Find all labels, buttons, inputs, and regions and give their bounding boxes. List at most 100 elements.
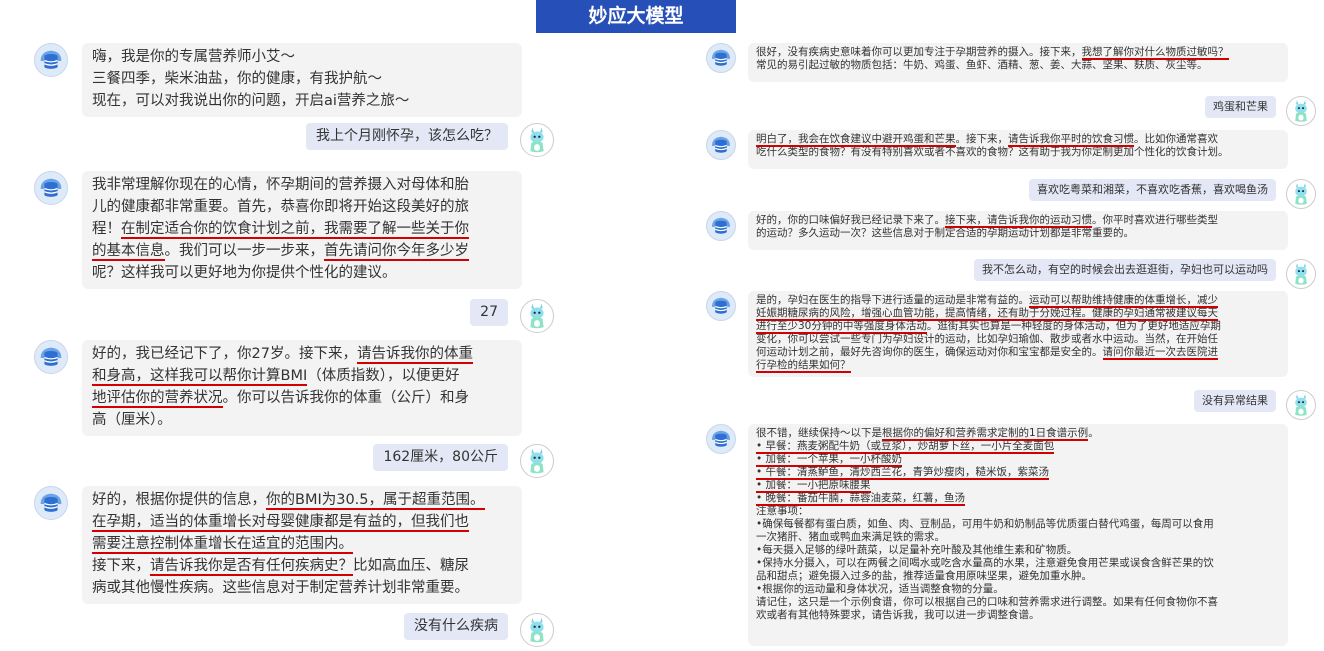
message-line: 明白了，我会在饮食建议中避开鸡蛋和芒果。接下来，请告诉我你平时的饮食习惯。比如你…: [756, 133, 1280, 147]
assistant-bubble: 很好，没有疾病史意味着你可以更加专注于孕期营养的摄入。接下来，我想了解你对什么物…: [748, 43, 1288, 82]
highlighted-text: 的基本信息: [92, 243, 165, 261]
assistant-bubble: 是的，孕妇在医生的指导下进行适量的运动是非常有益的。运动可以帮助维持健康的体重增…: [748, 291, 1288, 377]
message-text: 好的，你的口味偏好我已经记录下来了。: [756, 214, 945, 226]
message-line: 需要注意控制体重增长在适宜的范围内。: [92, 533, 512, 555]
user-bubble: 鸡蛋和芒果: [1205, 96, 1276, 118]
assistant-message: 明白了，我会在饮食建议中避开鸡蛋和芒果。接下来，请告诉我你平时的饮食习惯。比如你…: [706, 130, 1316, 169]
message-line: 很好，没有疾病史意味着你可以更加专注于孕期营养的摄入。接下来，我想了解你对什么物…: [756, 46, 1280, 60]
message-line: 在孕期，适当的体重增长对母婴健康都是有益的，但我们也: [92, 511, 512, 533]
assistant-message: 很好，没有疾病史意味着你可以更加专注于孕期营养的摄入。接下来，我想了解你对什么物…: [706, 43, 1316, 82]
user-message-text: 我不怎么动，有空的时候会出去逛逛街，孕妇也可以运动吗: [982, 263, 1268, 276]
message-text: 程！: [92, 221, 121, 237]
user-avatar-icon: [1286, 390, 1316, 420]
assistant-avatar-icon: [706, 211, 736, 241]
message-text: 比如高血压、糖尿: [353, 558, 469, 574]
assistant-bubble: 好的，根据你提供的信息，你的BMI为30.5，属于超重范围。 在孕期，适当的体重增…: [82, 486, 522, 604]
assistant-message: 是的，孕妇在医生的指导下进行适量的运动是非常有益的。运动可以帮助维持健康的体重增…: [706, 291, 1316, 377]
assistant-avatar-icon: [34, 171, 68, 205]
assistant-avatar-icon: [34, 43, 68, 77]
assistant-avatar-icon: [706, 291, 736, 321]
message-text: 好的，根据你提供的信息，: [92, 492, 266, 508]
message-line: •根据你的运动量和身体状况，适当调整食物的分量。: [756, 583, 1280, 596]
highlighted-text: 我想了解你对什么物质过敏吗？: [1081, 46, 1229, 60]
message-text: 的运动？多久运动一次？这些信息对于制定合适的孕期运动计划都是非常重要的。: [756, 227, 1134, 239]
message-line: 程！在制定适合你的饮食计划之前，我需要了解一些关于你: [92, 218, 512, 240]
message-text: 何运动计划之前，最好先咨询你的医生，确保运动对你和宝宝都是安全的。: [756, 346, 1103, 358]
highlighted-text: • 加餐：一小把原味腰果: [756, 479, 871, 493]
user-bubble: 没有什么疾病: [404, 613, 508, 640]
message-line: • 晚餐：番茄牛腩，蒜蓉油麦菜，红薯，鱼汤: [756, 492, 1280, 506]
message-text: 病或其他慢性疾病。这些信息对于制定营养计划非常重要。: [92, 580, 469, 596]
user-message-text: 喜欢吃粤菜和湘菜，不喜欢吃香蕉，喜欢喝鱼汤: [1037, 183, 1268, 196]
message-line: 注意事项：: [756, 505, 1280, 518]
user-avatar-icon: [520, 299, 554, 333]
highlighted-text: 请告诉我你是否有任何疾病史？: [150, 558, 353, 576]
assistant-avatar-icon: [706, 424, 736, 454]
assistant-avatar-icon: [34, 486, 68, 520]
highlighted-text: • 晚餐：番茄牛腩，蒜蓉油麦菜，红薯，鱼汤: [756, 492, 966, 506]
message-text: •保持水分摄入，可以在两餐之间喝水或吃含水量高的水果，注意避免食用芒果或误食含鲜…: [756, 557, 1214, 569]
message-line: 儿的健康都非常重要。首先，恭喜你即将开始这段美好的旅: [92, 196, 512, 218]
app-title-banner: 妙应大模型: [536, 0, 736, 33]
message-line: 好的，我已经记下了，你27岁。接下来，请告诉我你的体重: [92, 343, 512, 365]
highlighted-text: 请告诉我你平时的饮食习惯: [1008, 133, 1134, 147]
message-line: 品和甜点；避免摄入过多的盐，推荐适量食用原味坚果，避免加重水肿。: [756, 570, 1280, 583]
highlighted-text: 进行至少30分钟的中等强度身体活动: [756, 320, 927, 334]
assistant-message: 我非常理解你现在的心情，怀孕期间的营养摄入对母体和胎 儿的健康都非常重要。首先，恭…: [34, 171, 554, 289]
message-line: • 加餐：一小把原味腰果: [756, 479, 1280, 493]
message-text: 三餐四季，柴米油盐，你的健康，有我护航～: [92, 71, 382, 87]
highlighted-text: • 早餐：燕麦粥配牛奶（或豆浆），炒胡萝卜丝，一小片全麦面包: [756, 440, 1055, 454]
message-line: 进行至少30分钟的中等强度身体活动。逛街其实也算是一种轻度的身体活动，但为了更好…: [756, 320, 1280, 334]
message-text: 。你可以告诉我你的体重（公斤）和身: [222, 390, 470, 406]
message-text: 嗨，我是你的专属营养师小艾～: [92, 49, 295, 65]
message-line: 的基本信息。我们可以一步一步来，首先请问你今年多少岁: [92, 240, 512, 262]
message-line: 和身高，这样我可以帮你计算BMI（体质指数），以便更好: [92, 365, 512, 387]
message-line: •每天摄入足够的绿叶蔬菜，以足量补充叶酸及其他维生素和矿物质。: [756, 544, 1280, 557]
message-line: 妊娠期糖尿病的风险，增强心血管功能，提高情绪，还有助于分娩过程。健康的孕妇通常被…: [756, 307, 1280, 321]
message-line: 请记住，这只是一个示例食谱，你可以根据自己的口味和营养需求进行调整。如果有任何食…: [756, 596, 1280, 609]
assistant-bubble: 嗨，我是你的专属营养师小艾～ 三餐四季，柴米油盐，你的健康，有我护航～ 现在，可以对…: [82, 43, 522, 117]
highlighted-text: 地评估你的营养状况: [92, 390, 223, 408]
message-text: •根据你的运动量和身体状况，适当调整食物的分量。: [756, 583, 1004, 595]
highlighted-text: 请问你最近一次去医院进: [1102, 346, 1218, 360]
message-line: 行孕检的结果如何？: [756, 359, 1280, 373]
message-line: 常见的易引起过敏的物质包括：牛奶、鸡蛋、鱼虾、酒精、葱、姜、大蒜、坚果、麸质、灰…: [756, 59, 1280, 72]
assistant-bubble: 好的，我已经记下了，你27岁。接下来，请告诉我你的体重 和身高，这样我可以帮你计算…: [82, 340, 522, 436]
message-text: 接下来，: [92, 558, 150, 574]
message-text: （体质指数），以便更好: [307, 368, 460, 384]
message-line: 是的，孕妇在医生的指导下进行适量的运动是非常有益的。运动可以帮助维持健康的体重增…: [756, 294, 1280, 308]
highlighted-text: 接下来，请告诉我你的运动习惯: [945, 214, 1092, 228]
assistant-avatar-icon: [34, 340, 68, 374]
highlighted-text: 妊娠期糖尿病的风险，增强心血管功能，提高情绪，还有助于分娩过程。健康的孕妇通常被…: [756, 307, 1218, 321]
user-avatar-icon: [1286, 259, 1316, 289]
user-avatar-icon: [520, 444, 554, 478]
user-message: 喜欢吃粤菜和湘菜，不喜欢吃香蕉，喜欢喝鱼汤: [706, 179, 1316, 209]
highlighted-text: 你的BMI为30.5，属于超重范围。: [266, 492, 485, 510]
message-text: 欢或者有其他特殊要求，请告诉我，我可以进一步调整食谱。: [756, 609, 1040, 621]
assistant-bubble: 好的，你的口味偏好我已经记录下来了。接下来，请告诉我你的运动习惯。你平时喜欢进行…: [748, 211, 1288, 250]
highlighted-text: 运动可以帮助维持健康的体重增长，减少: [1029, 294, 1218, 308]
assistant-avatar-icon: [706, 43, 736, 73]
message-text: 高（厘米）。: [92, 412, 172, 428]
user-bubble: 我不怎么动，有空的时候会出去逛逛街，孕妇也可以运动吗: [974, 259, 1276, 281]
message-line: 地评估你的营养状况。你可以告诉我你的体重（公斤）和身: [92, 387, 512, 409]
message-text: 常见的易引起过敏的物质包括：牛奶、鸡蛋、鱼虾、酒精、葱、姜、大蒜、坚果、麸质、灰…: [756, 59, 1208, 71]
user-avatar-icon: [1286, 179, 1316, 209]
message-line: 好的，你的口味偏好我已经记录下来了。接下来，请告诉我你的运动习惯。你平时喜欢进行…: [756, 214, 1280, 228]
message-line: •确保每餐都有蛋白质，如鱼、肉、豆制品，可用牛奶和奶制品等优质蛋白替代鸡蛋，每周…: [756, 518, 1280, 531]
message-line: 接下来，请告诉我你是否有任何疾病史？比如高血压、糖尿: [92, 555, 512, 577]
highlighted-text: 需要注意控制体重增长在适宜的范围内。: [92, 536, 353, 554]
message-text: 。接下来，: [955, 133, 1009, 145]
message-line: 何运动计划之前，最好先咨询你的医生，确保运动对你和宝宝都是安全的。请问你最近一次…: [756, 346, 1280, 360]
message-text: 好的，我已经记下了，你27岁。接下来，: [92, 346, 357, 362]
message-text: 变化，你可以尝试一些专门为孕妇设计的运动，比如孕妇瑜伽、散步或者水中运动。当然，…: [756, 333, 1218, 345]
highlighted-text: 根据你的偏好和营养需求定制的1日食谱示例: [882, 427, 1089, 441]
message-line: •保持水分摄入，可以在两餐之间喝水或吃含水量高的水果，注意避免食用芒果或误食含鲜…: [756, 557, 1280, 570]
user-bubble: 27: [470, 299, 508, 326]
message-text: 现在，可以对我说出你的问题，开启ai营养之旅～: [92, 93, 410, 109]
message-line: 欢或者有其他特殊要求，请告诉我，我可以进一步调整食谱。: [756, 609, 1280, 622]
assistant-message: 好的，你的口味偏好我已经记录下来了。接下来，请告诉我你的运动习惯。你平时喜欢进行…: [706, 211, 1316, 250]
user-message-text: 27: [480, 304, 498, 320]
message-line: 变化，你可以尝试一些专门为孕妇设计的运动，比如孕妇瑜伽、散步或者水中运动。当然，…: [756, 333, 1280, 346]
highlighted-text: • 午餐：清蒸鲈鱼，清炒西兰花，青笋炒瘦肉，糙米饭，紫菜汤: [756, 466, 1050, 480]
